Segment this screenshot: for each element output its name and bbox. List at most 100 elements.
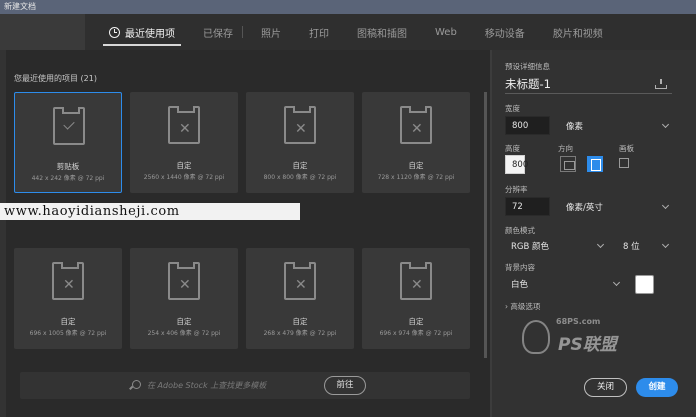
resolution-unit-value: 像素/英寸 bbox=[566, 203, 603, 213]
recent-items-title: 您最近使用的项目 (21) bbox=[14, 74, 97, 83]
tile-name: 自定 bbox=[408, 317, 424, 326]
tab-label: 胶片和视频 bbox=[552, 28, 603, 40]
url-watermark-text: www.haoyidiansheji.com bbox=[4, 204, 180, 219]
tab-art-illustration[interactable]: 图稿和插图 bbox=[343, 14, 421, 50]
preset-tile-custom[interactable]: ✕ 自定 696 x 974 像素 @ 72 ppi bbox=[362, 248, 470, 349]
resolution-unit-select[interactable]: 像素/英寸 bbox=[560, 197, 672, 216]
clock-icon bbox=[109, 26, 120, 38]
preset-tile-custom[interactable]: ✕ 自定 800 x 800 像素 @ 72 ppi bbox=[246, 92, 354, 193]
save-preset-icon[interactable] bbox=[655, 79, 667, 89]
tile-name: 自定 bbox=[292, 161, 308, 170]
orientation-portrait-icon[interactable] bbox=[560, 156, 576, 172]
preset-tile-custom[interactable]: ✕ 自定 728 x 1120 像素 @ 72 ppi bbox=[362, 92, 470, 193]
bit-depth-value: 8 位 bbox=[623, 242, 640, 252]
clipboard-check-icon bbox=[53, 107, 85, 145]
bit-depth-select[interactable]: 8 位 bbox=[617, 236, 672, 255]
tile-size: 800 x 800 像素 @ 72 ppi bbox=[263, 174, 337, 181]
tile-size: 254 x 406 像素 @ 72 ppi bbox=[147, 330, 221, 337]
preset-tile-custom[interactable]: ✕ 自定 696 x 1005 像素 @ 72 ppi bbox=[14, 248, 122, 349]
chevron-down-icon bbox=[661, 120, 670, 129]
tab-mobile[interactable]: 移动设备 bbox=[471, 14, 539, 50]
tab-web[interactable]: Web bbox=[421, 14, 471, 50]
tab-label: 移动设备 bbox=[484, 28, 525, 40]
background-select[interactable]: 白色 bbox=[505, 274, 623, 293]
tabs: 最近使用项 已保存 照片 打印 图稿和插图 Web 移动设备 胶片和视频 bbox=[95, 14, 617, 50]
background-value: 白色 bbox=[511, 280, 529, 290]
color-mode-label: 颜色模式 bbox=[505, 226, 535, 235]
resolution-label: 分辨率 bbox=[505, 185, 528, 194]
tile-size: 696 x 1005 像素 @ 72 ppi bbox=[29, 330, 107, 337]
tab-label: Web bbox=[435, 26, 457, 38]
preset-details-title: 预设详细信息 bbox=[505, 62, 550, 71]
background-color-swatch[interactable] bbox=[635, 275, 654, 294]
height-label: 高度 bbox=[505, 144, 520, 153]
tile-name: 自定 bbox=[176, 161, 192, 170]
height-input[interactable]: 800 bbox=[505, 155, 528, 174]
tile-name: 自定 bbox=[176, 317, 192, 326]
category-tab-bar: 最近使用项 已保存 照片 打印 图稿和插图 Web 移动设备 胶片和视频 bbox=[0, 14, 696, 50]
color-mode-value: RGB 颜色 bbox=[511, 242, 550, 252]
logo-big-text: PS联盟 bbox=[558, 335, 617, 355]
chevron-down-icon bbox=[661, 201, 670, 210]
tile-size: 696 x 974 像素 @ 72 ppi bbox=[379, 330, 453, 337]
document-name-field[interactable]: 未标题-1 bbox=[505, 76, 551, 92]
preset-tile-clipboard[interactable]: 剪贴板 442 x 242 像素 @ 72 ppi bbox=[14, 92, 122, 193]
artboard-label: 画板 bbox=[619, 144, 634, 153]
tile-size: 728 x 1120 像素 @ 72 ppi bbox=[377, 174, 455, 181]
preset-tile-custom[interactable]: ✕ 自定 2560 x 1440 像素 @ 72 ppi bbox=[130, 92, 238, 193]
name-underline bbox=[505, 93, 672, 94]
custom-document-icon: ✕ bbox=[284, 106, 316, 144]
tab-recent[interactable]: 最近使用项 bbox=[95, 14, 189, 50]
window-title-bar: 新建文档 bbox=[0, 0, 696, 14]
tab-label: 最近使用项 bbox=[125, 28, 175, 40]
custom-document-icon: ✕ bbox=[400, 106, 432, 144]
preset-tile-custom[interactable]: ✕ 自定 268 x 479 像素 @ 72 ppi bbox=[246, 248, 354, 349]
tab-film-video[interactable]: 胶片和视频 bbox=[539, 14, 617, 50]
go-button[interactable]: 前往 bbox=[324, 376, 366, 395]
orientation-label: 方向 bbox=[558, 144, 573, 153]
background-label: 背景内容 bbox=[505, 263, 535, 272]
preset-tile-custom[interactable]: ✕ 自定 254 x 406 像素 @ 72 ppi bbox=[130, 248, 238, 349]
tab-print[interactable]: 打印 bbox=[295, 14, 343, 50]
tab-label: 图稿和插图 bbox=[357, 28, 407, 40]
orientation-landscape-icon[interactable] bbox=[587, 156, 603, 172]
custom-document-icon: ✕ bbox=[52, 262, 84, 300]
custom-document-icon: ✕ bbox=[168, 106, 200, 144]
width-unit-value: 像素 bbox=[566, 122, 584, 132]
stock-search-input[interactable]: 在 Adobe Stock 上查找更多模板 bbox=[147, 380, 266, 391]
logo-mark-icon bbox=[522, 320, 550, 354]
search-icon bbox=[132, 380, 141, 389]
tab-photo[interactable]: 照片 bbox=[247, 14, 295, 50]
tile-name: 自定 bbox=[292, 317, 308, 326]
artboard-checkbox[interactable] bbox=[619, 158, 629, 168]
advanced-options-label: 高级选项 bbox=[510, 302, 541, 311]
chevron-down-icon bbox=[596, 240, 605, 249]
site-logo-watermark: 68PS.com PS联盟 bbox=[522, 312, 632, 372]
custom-document-icon: ✕ bbox=[168, 262, 200, 300]
tile-size: 2560 x 1440 像素 @ 72 ppi bbox=[143, 174, 225, 181]
chevron-down-icon bbox=[661, 240, 670, 249]
stock-search-bar: 在 Adobe Stock 上查找更多模板 前往 bbox=[20, 372, 470, 399]
recent-items-grid: 剪贴板 442 x 242 像素 @ 72 ppi ✕ 自定 2560 x 14… bbox=[14, 92, 470, 349]
tab-label: 已保存 bbox=[203, 28, 233, 40]
logo-small-text: 68PS.com bbox=[556, 317, 601, 326]
advanced-options-toggle[interactable]: › 高级选项 bbox=[505, 301, 540, 312]
tile-size: 268 x 479 像素 @ 72 ppi bbox=[263, 330, 337, 337]
tile-name: 剪贴板 bbox=[56, 162, 80, 171]
create-button[interactable]: 创建 bbox=[636, 378, 678, 397]
custom-document-icon: ✕ bbox=[400, 262, 432, 300]
tab-bar-left-area bbox=[0, 14, 85, 50]
width-label: 宽度 bbox=[505, 104, 520, 113]
chevron-down-icon bbox=[612, 278, 621, 287]
width-unit-select[interactable]: 像素 bbox=[560, 116, 672, 135]
width-input[interactable]: 800 bbox=[505, 116, 550, 135]
custom-document-icon: ✕ bbox=[284, 262, 316, 300]
tab-saved[interactable]: 已保存 bbox=[189, 14, 247, 50]
tab-label: 照片 bbox=[261, 28, 281, 40]
tile-name: 自定 bbox=[60, 317, 76, 326]
close-button[interactable]: 关闭 bbox=[584, 378, 627, 397]
url-watermark: www.haoyidiansheji.com bbox=[0, 203, 300, 220]
resolution-input[interactable]: 72 bbox=[505, 197, 550, 216]
color-mode-select[interactable]: RGB 颜色 bbox=[505, 236, 607, 255]
recent-scrollbar[interactable] bbox=[484, 92, 487, 358]
